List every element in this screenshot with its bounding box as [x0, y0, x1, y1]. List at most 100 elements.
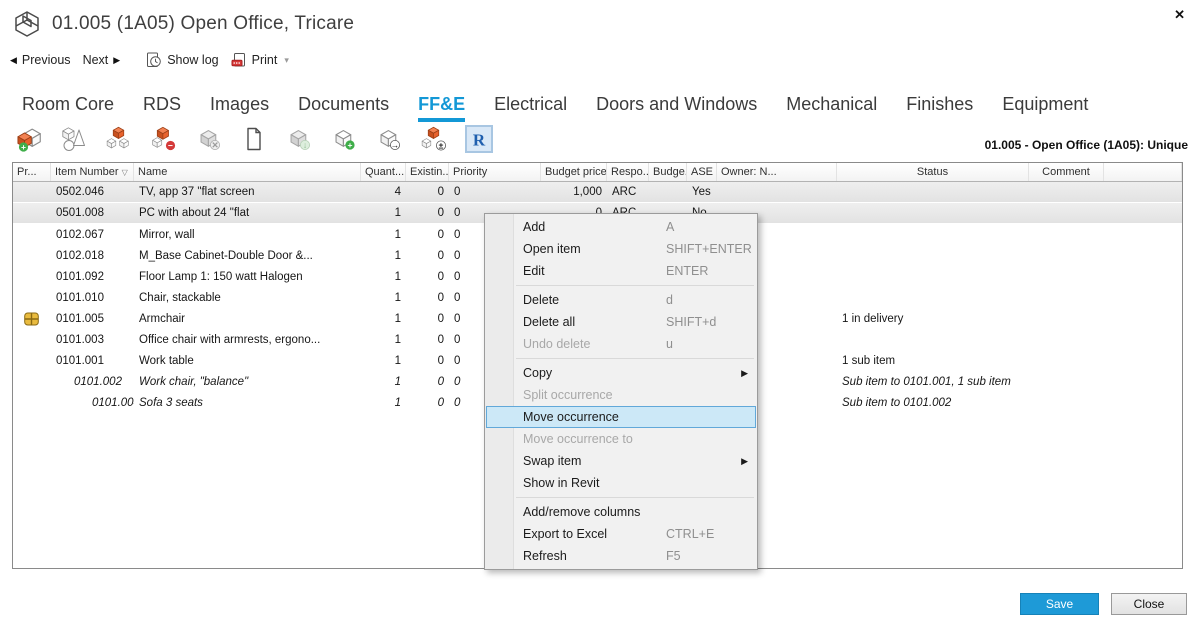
- cell-comment: [1029, 182, 1104, 202]
- room-context-label: 01.005 - Open Office (1A05): Unique: [985, 138, 1188, 152]
- sort-descending-icon: ▽: [122, 168, 128, 177]
- tab-electrical[interactable]: Electrical: [494, 94, 567, 122]
- cell-pr: [13, 266, 51, 287]
- menu-item-edit[interactable]: EditENTER: [485, 260, 757, 282]
- toolbar-button-revit[interactable]: R: [466, 126, 492, 152]
- toolbar-button-insert-item[interactable]: +: [331, 126, 357, 152]
- cell-status: [837, 245, 1029, 266]
- cell-pr: [13, 287, 51, 308]
- cell-existing: 0: [406, 287, 449, 308]
- menu-item-show-in-revit[interactable]: Show in Revit: [485, 472, 757, 494]
- next-button[interactable]: Next ▶: [83, 53, 121, 67]
- move-item-icon: →: [376, 126, 402, 152]
- menu-item-add[interactable]: AddA: [485, 216, 757, 238]
- toolbar-button-remove-item[interactable]: −: [151, 126, 177, 152]
- menu-shortcut: SHIFT+ENTER: [666, 242, 752, 256]
- tab-room-core[interactable]: Room Core: [22, 94, 114, 122]
- tab-finishes[interactable]: Finishes: [906, 94, 973, 122]
- tab-ff-e[interactable]: FF&E: [418, 94, 465, 122]
- cell-name: M_Base Cabinet-Double Door &...: [134, 245, 361, 266]
- column-header-ase[interactable]: ASE: [687, 163, 717, 181]
- toolbar-button-document[interactable]: [241, 126, 267, 152]
- room-window: 01.005 (1A05) Open Office, Tricare ✕ ◀ P…: [0, 0, 1200, 623]
- column-header-priority[interactable]: Priority: [449, 163, 541, 181]
- cell-existing: 0: [406, 203, 449, 223]
- column-header-existing[interactable]: Existin...: [406, 163, 449, 181]
- tab-images[interactable]: Images: [210, 94, 269, 122]
- print-dropdown-icon: ▾: [284, 55, 289, 66]
- toolbar-button-undelete-disabled[interactable]: ✕: [196, 126, 222, 152]
- previous-arrow-icon: ◀: [10, 55, 17, 66]
- tab-mechanical[interactable]: Mechanical: [786, 94, 877, 122]
- tab-equipment[interactable]: Equipment: [1002, 94, 1088, 122]
- menu-item-delete[interactable]: Deleted: [485, 289, 757, 311]
- menu-item-label: Add/remove columns: [523, 505, 640, 519]
- column-header-respo[interactable]: Respo...: [607, 163, 649, 181]
- cell-existing: 0: [406, 371, 449, 392]
- cell-comment: [1029, 245, 1104, 266]
- column-header-status[interactable]: Status: [837, 163, 1029, 181]
- toolbar-button-item-types[interactable]: [61, 126, 87, 152]
- next-label: Next: [83, 53, 109, 67]
- table-row[interactable]: 0502.046TV, app 37 "flat screen4001,000A…: [13, 182, 1182, 203]
- item-types-icon: [61, 126, 87, 152]
- print-button[interactable]: Print ▾: [231, 52, 289, 68]
- menu-item-export-to-excel[interactable]: Export to ExcelCTRL+E: [485, 523, 757, 545]
- column-header-pr[interactable]: Pr...: [13, 163, 51, 181]
- column-header-name[interactable]: Name: [134, 163, 361, 181]
- menu-item-copy[interactable]: Copy▶: [485, 362, 757, 384]
- cell-blank: [1104, 224, 1182, 245]
- menu-item-delete-all[interactable]: Delete allSHIFT+d: [485, 311, 757, 333]
- menu-item-refresh[interactable]: RefreshF5: [485, 545, 757, 567]
- column-header-blank[interactable]: [1104, 163, 1182, 181]
- show-log-button[interactable]: Show log: [146, 52, 218, 68]
- column-label: Item Number: [55, 166, 119, 178]
- column-header-item[interactable]: Item Number▽: [51, 163, 134, 181]
- cell-item: 0101.001: [51, 350, 134, 371]
- toolbar-button-add-sub-item[interactable]: [106, 126, 132, 152]
- column-label: Budge...: [653, 166, 687, 178]
- cell-name: Mirror, wall: [134, 224, 361, 245]
- cell-existing: 0: [406, 308, 449, 329]
- toolbar-button-add-item[interactable]: +: [16, 126, 42, 152]
- menu-item-open-item[interactable]: Open item SHIFT+ENTER: [485, 238, 757, 260]
- cell-item: 0101.003: [51, 329, 134, 350]
- cell-blank: [1104, 182, 1182, 202]
- tab-doors-and-windows[interactable]: Doors and Windows: [596, 94, 757, 122]
- toolbar-button-move-item[interactable]: →: [376, 126, 402, 152]
- column-label: Respo...: [611, 166, 649, 178]
- toolbar-button-update-items[interactable]: ±: [421, 126, 447, 152]
- menu-item-label: Show in Revit: [523, 476, 599, 490]
- column-header-owner[interactable]: Owner: N...: [717, 163, 837, 181]
- save-button[interactable]: Save: [1020, 593, 1099, 615]
- menu-item-swap-item[interactable]: Swap item▶: [485, 450, 757, 472]
- cell-item: 0101.005: [51, 308, 134, 329]
- cell-blank: [1104, 287, 1182, 308]
- column-label: Status: [917, 166, 948, 178]
- column-header-qty[interactable]: Quant...: [361, 163, 406, 181]
- column-header-budget[interactable]: Budget price: [541, 163, 607, 181]
- column-label: Name: [138, 166, 167, 178]
- column-label: Pr...: [17, 166, 37, 178]
- column-header-budge[interactable]: Budge...: [649, 163, 687, 181]
- tab-documents[interactable]: Documents: [298, 94, 389, 122]
- cell-item: 0101.092: [51, 266, 134, 287]
- menu-shortcut: ENTER: [666, 264, 708, 278]
- toolbar-button-import-disabled[interactable]: ↓: [286, 126, 312, 152]
- close-button[interactable]: Close: [1111, 593, 1187, 615]
- cell-status: [837, 287, 1029, 308]
- previous-button[interactable]: ◀ Previous: [10, 53, 71, 67]
- menu-item-move-occurrence[interactable]: Move occurrence: [486, 406, 756, 428]
- cell-existing: 0: [406, 182, 449, 202]
- cell-budge: [649, 182, 687, 202]
- context-menu: AddA Open item SHIFT+ENTER EditENTER Deleted…: [484, 213, 758, 570]
- svg-text:→: →: [391, 140, 400, 150]
- column-header-comment[interactable]: Comment: [1029, 163, 1104, 181]
- tab-rds[interactable]: RDS: [143, 94, 181, 122]
- window-close-button[interactable]: ✕: [1169, 5, 1190, 25]
- cell-comment: [1029, 203, 1104, 223]
- menu-item-add-remove-columns[interactable]: Add/remove columns: [485, 501, 757, 523]
- menu-item-split-occurrence: Split occurrence: [485, 384, 757, 406]
- menu-item-label: Open item: [523, 242, 581, 256]
- cell-name: Office chair with armrests, ergono...: [134, 329, 361, 350]
